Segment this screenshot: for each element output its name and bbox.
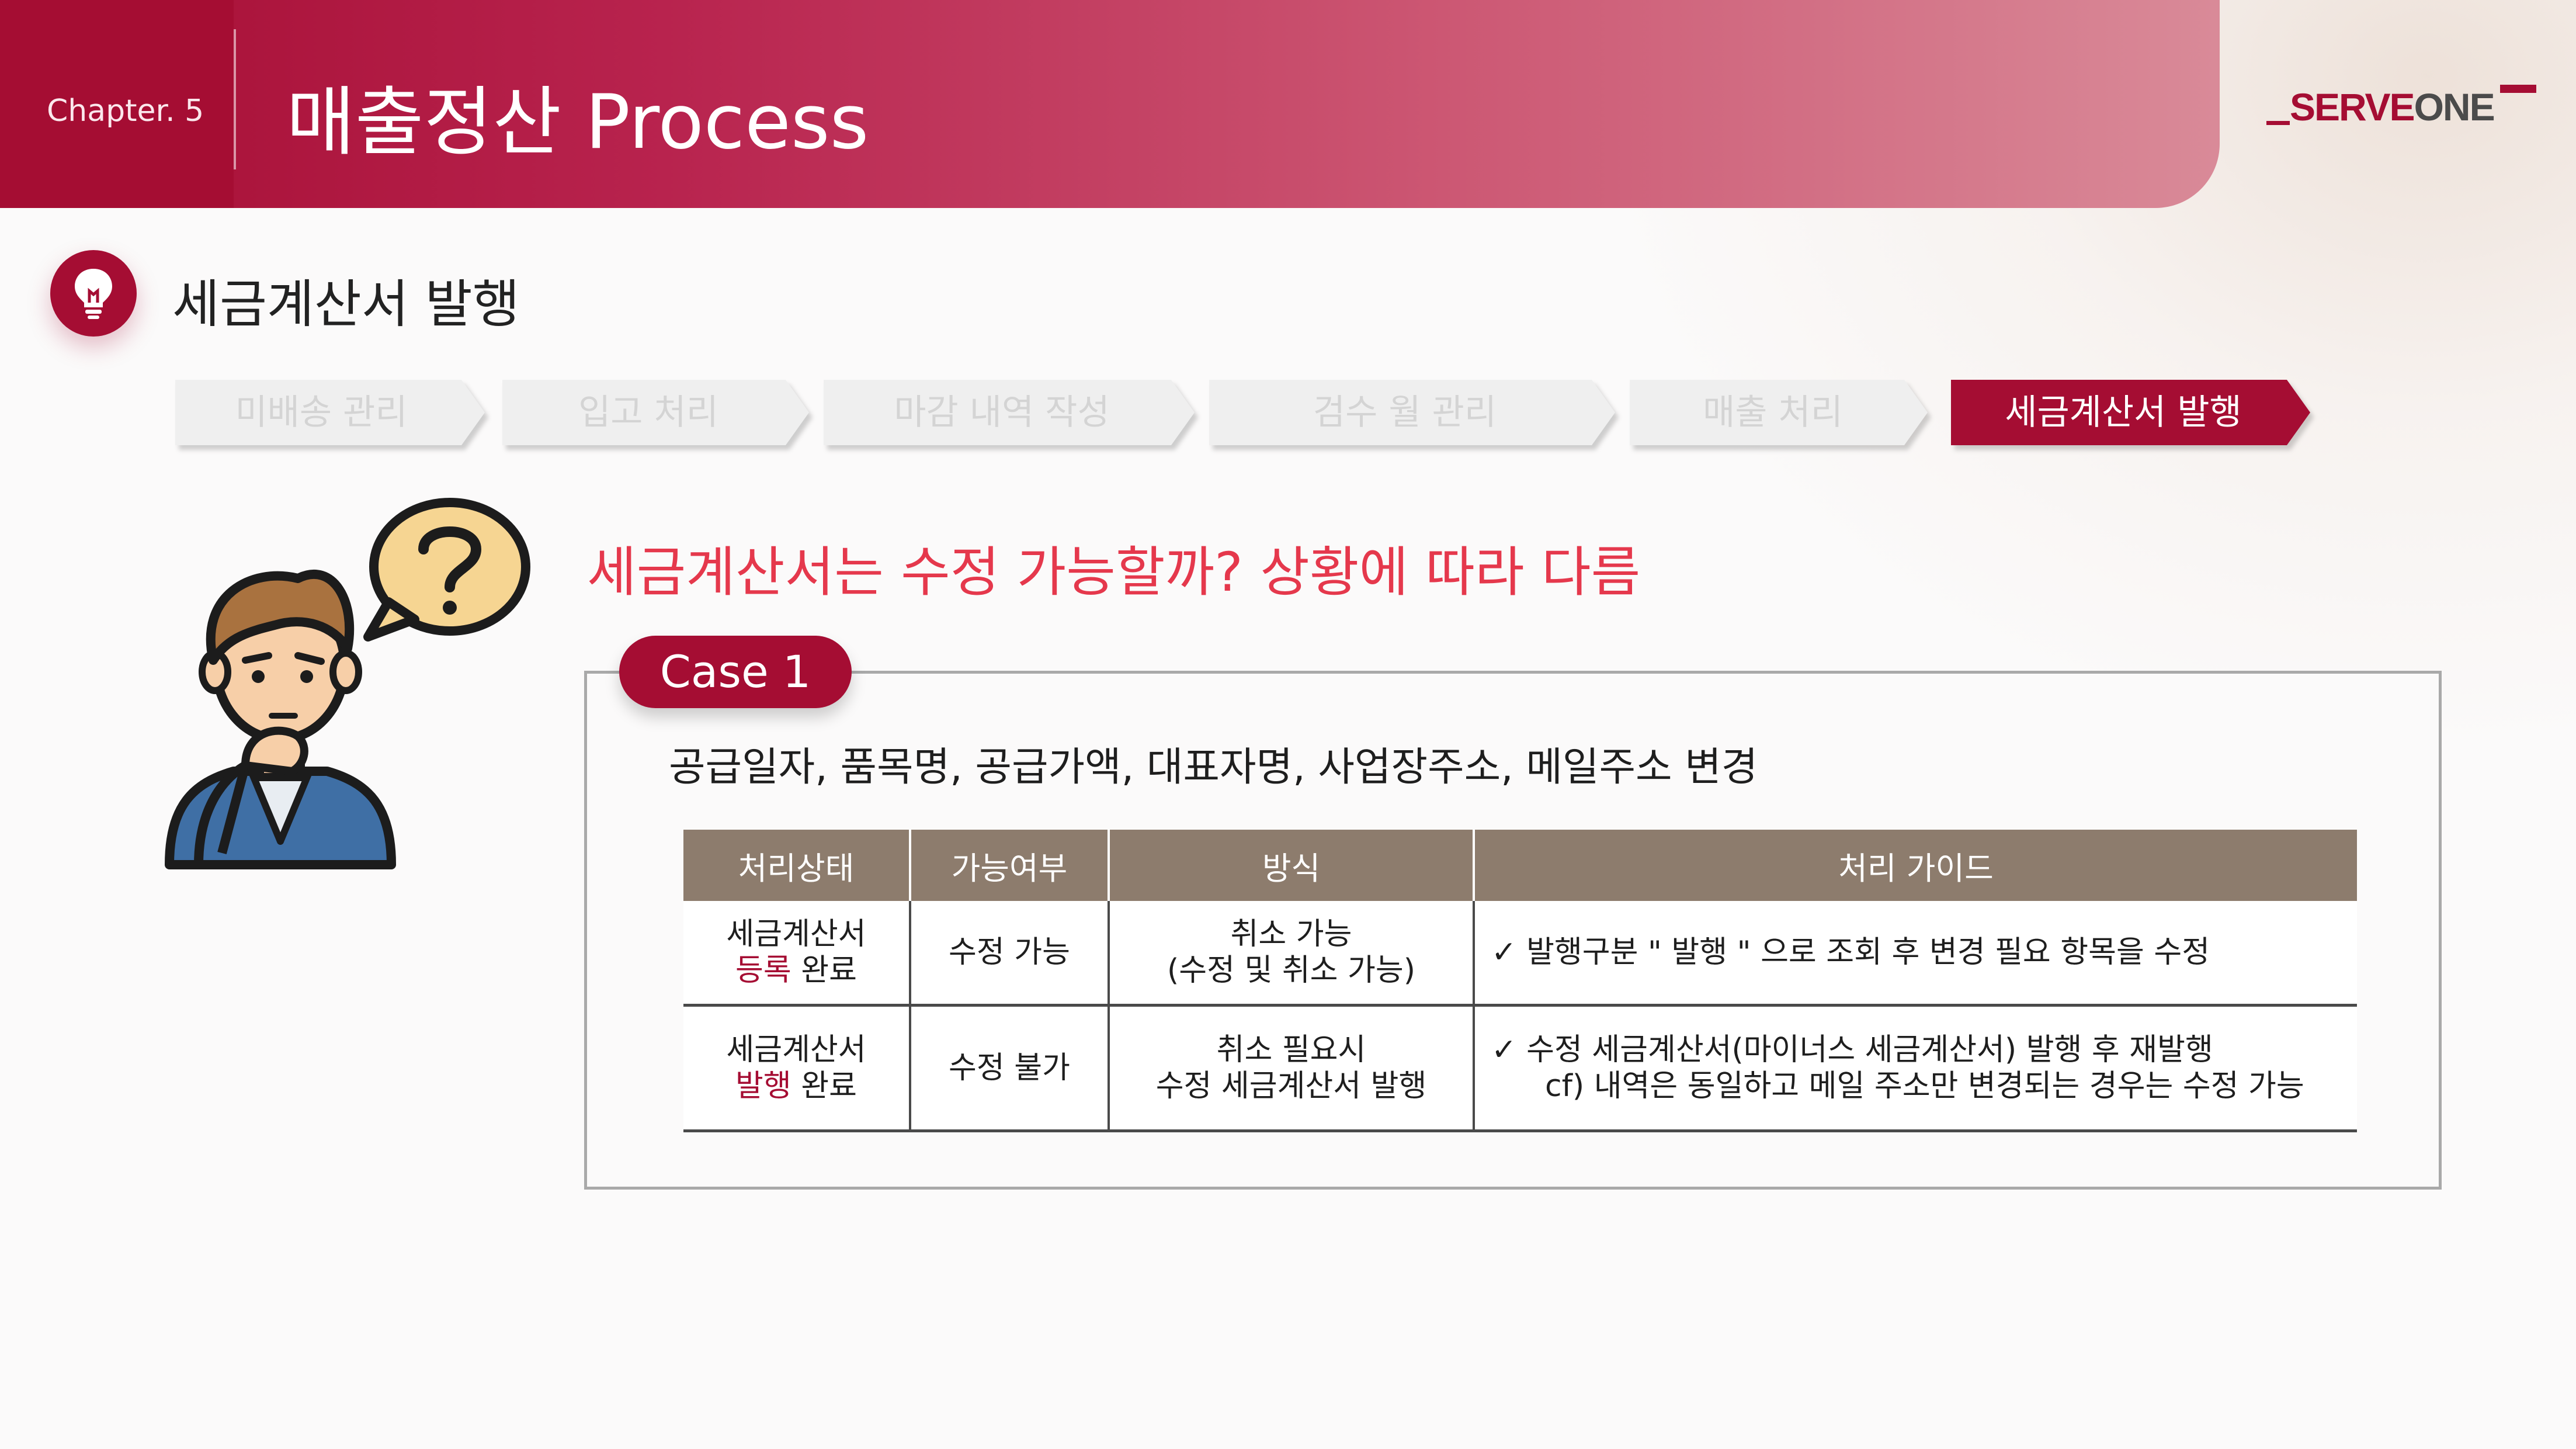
- status-highlight: 등록: [735, 953, 791, 988]
- guide-line: ✓ 수정 세금계산서(마이너스 세금계산서) 발행 후 재발행: [1491, 1032, 2213, 1067]
- logo-text-main: SERVE: [2290, 85, 2415, 129]
- question-text: 세금계산서는 수정 가능할까? 상황에 따라 다름: [587, 541, 1641, 604]
- method-line: 취소 필요시: [1216, 1032, 1366, 1067]
- case-tab-label: Case 1: [659, 646, 811, 698]
- header-method: 방식: [1108, 830, 1474, 901]
- step-label: 미배송 관리: [235, 392, 408, 433]
- status-rest: 완료: [791, 953, 857, 988]
- logo-underscore: [2266, 121, 2290, 125]
- status-line: 세금계산서: [726, 1032, 866, 1067]
- guide-line: cf) 내역은 동일하고 메일 주소만 변경되는 경우는 수정 가능: [1545, 1069, 2304, 1104]
- case-description: 공급일자, 품목명, 공급가액, 대표자명, 사업장주소, 메일주소 변경: [669, 744, 1758, 791]
- section-title: 세금계산서 발행: [172, 274, 520, 334]
- header-divider: [234, 29, 236, 169]
- step-tax-invoice: 세금계산서 발행: [1951, 380, 2310, 445]
- lightbulb-icon: [50, 250, 137, 337]
- table-row: 세금계산서 등록 완료 수정 가능 취소 가능 (수정 및 취소 가능) ✓ 발…: [683, 901, 2357, 1007]
- thinking-person-illustration: [158, 491, 537, 873]
- logo-text-end: ONE: [2414, 85, 2495, 129]
- step-label: 마감 내역 작성: [894, 392, 1110, 433]
- status-highlight: 발행: [735, 1069, 791, 1104]
- header-possible: 가능여부: [909, 830, 1109, 901]
- guide-cell: ✓ 발행구분 " 발행 " 으로 조회 후 변경 필요 항목을 수정: [1473, 901, 2357, 1007]
- guide-cell: ✓ 수정 세금계산서(마이너스 세금계산서) 발행 후 재발행 cf) 내역은 …: [1473, 1005, 2357, 1132]
- step-closing: 마감 내역 작성: [824, 380, 1195, 445]
- page-title: 매출정산 Process: [286, 79, 869, 166]
- method-line: (수정 및 취소 가능): [1167, 953, 1416, 988]
- step-undelivered: 미배송 관리: [175, 380, 485, 445]
- method-line: 취소 가능: [1230, 917, 1352, 952]
- step-sales: 매출 처리: [1630, 380, 1928, 445]
- logo-accent-bar: [2500, 85, 2536, 93]
- header-guide: 처리 가이드: [1473, 830, 2357, 901]
- logo-text: SERVEONE: [2290, 85, 2495, 129]
- method-cell: 취소 가능 (수정 및 취소 가능): [1108, 901, 1474, 1007]
- question-bubble-icon: [363, 498, 530, 642]
- method-cell: 취소 필요시 수정 세금계산서 발행: [1108, 1005, 1474, 1132]
- serveone-logo: SERVEONE: [2266, 85, 2541, 131]
- method-line: 수정 세금계산서 발행: [1155, 1069, 1427, 1104]
- step-inspection: 검수 월 관리: [1209, 380, 1615, 445]
- guide-table: 처리상태 가능여부 방식 처리 가이드 세금계산서 등록 완료 수정 가능 취소…: [683, 830, 2357, 1132]
- possible-cell: 수정 가능: [909, 901, 1109, 1007]
- step-label: 세금계산서 발행: [2005, 392, 2242, 433]
- table-row: 세금계산서 발행 완료 수정 불가 취소 필요시 수정 세금계산서 발행 ✓ 수…: [683, 1005, 2357, 1132]
- status-line: 세금계산서: [726, 917, 866, 952]
- chapter-label: Chapter. 5: [47, 93, 204, 129]
- status-line: 발행 완료: [689, 1068, 903, 1104]
- status-rest: 완료: [791, 1069, 857, 1104]
- guide-line: ✓ 발행구분 " 발행 " 으로 조회 후 변경 필요 항목을 수정: [1491, 935, 2210, 970]
- step-label: 매출 처리: [1703, 392, 1843, 433]
- case-tab: Case 1: [619, 636, 852, 708]
- table-header-row: 처리상태 가능여부 방식 처리 가이드: [683, 830, 2357, 901]
- status-cell: 세금계산서 등록 완료: [683, 901, 910, 1007]
- chapter-box: Chapter. 5: [0, 0, 234, 208]
- status-line: 등록 완료: [689, 952, 903, 989]
- status-cell: 세금계산서 발행 완료: [683, 1005, 910, 1132]
- header-status: 처리상태: [683, 830, 910, 901]
- step-label: 입고 처리: [578, 392, 718, 433]
- possible-cell: 수정 불가: [909, 1005, 1109, 1132]
- step-receiving: 입고 처리: [502, 380, 809, 445]
- step-label: 검수 월 관리: [1313, 392, 1497, 433]
